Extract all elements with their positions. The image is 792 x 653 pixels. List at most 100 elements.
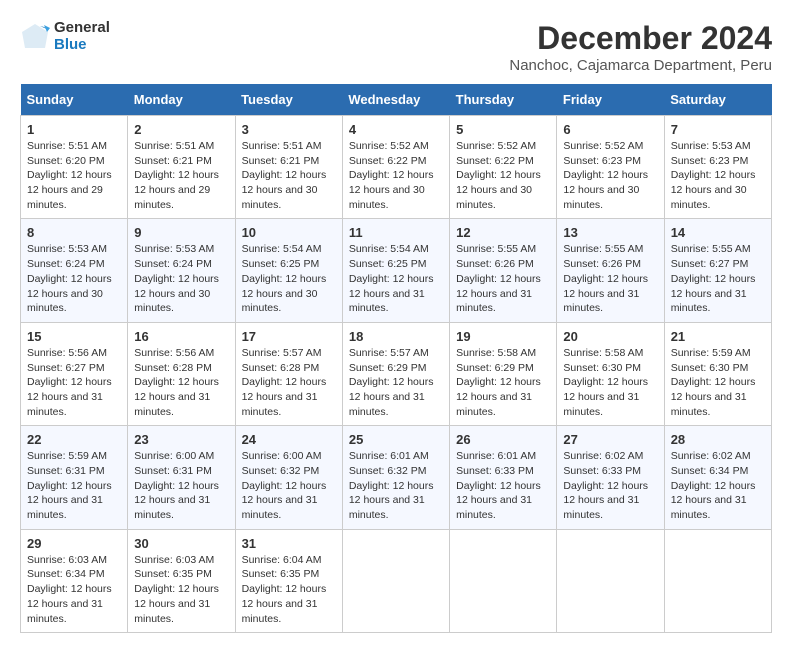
day-number: 16 (134, 329, 228, 344)
day-number: 15 (27, 329, 121, 344)
day-info: Sunrise: 6:03 AMSunset: 6:34 PMDaylight:… (27, 553, 121, 626)
day-number: 17 (242, 329, 336, 344)
day-number: 19 (456, 329, 550, 344)
day-number: 11 (349, 225, 443, 240)
day-info: Sunrise: 5:58 AMSunset: 6:29 PMDaylight:… (456, 346, 550, 419)
weekday-header-saturday: Saturday (664, 84, 771, 116)
day-info: Sunrise: 5:52 AMSunset: 6:23 PMDaylight:… (563, 139, 657, 212)
day-info: Sunrise: 6:01 AMSunset: 6:32 PMDaylight:… (349, 449, 443, 522)
logo-text: General Blue (54, 20, 110, 53)
day-number: 27 (563, 432, 657, 447)
calendar-cell: 11 Sunrise: 5:54 AMSunset: 6:25 PMDayligh… (342, 219, 449, 322)
day-number: 4 (349, 122, 443, 137)
day-number: 24 (242, 432, 336, 447)
day-info: Sunrise: 6:02 AMSunset: 6:33 PMDaylight:… (563, 449, 657, 522)
day-info: Sunrise: 5:53 AMSunset: 6:24 PMDaylight:… (134, 242, 228, 315)
calendar-week-row: 22 Sunrise: 5:59 AMSunset: 6:31 PMDayligh… (21, 426, 772, 529)
calendar-cell: 20 Sunrise: 5:58 AMSunset: 6:30 PMDayligh… (557, 322, 664, 425)
calendar-week-row: 8Sunrise: 5:53 AMSunset: 6:24 PMDaylight… (21, 219, 772, 322)
day-number: 10 (242, 225, 336, 240)
day-number: 31 (242, 536, 336, 551)
page-subtitle: Nanchoc, Cajamarca Department, Peru (509, 57, 772, 74)
day-number: 2 (134, 122, 228, 137)
day-info: Sunrise: 5:59 AMSunset: 6:31 PMDaylight:… (27, 449, 121, 522)
day-number: 20 (563, 329, 657, 344)
day-info: Sunrise: 5:57 AMSunset: 6:29 PMDaylight:… (349, 346, 443, 419)
day-number: 21 (671, 329, 765, 344)
day-info: Sunrise: 5:56 AMSunset: 6:27 PMDaylight:… (27, 346, 121, 419)
day-info: Sunrise: 5:54 AMSunset: 6:25 PMDaylight:… (349, 242, 443, 315)
day-info: Sunrise: 6:02 AMSunset: 6:34 PMDaylight:… (671, 449, 765, 522)
calendar-cell: 10 Sunrise: 5:54 AMSunset: 6:25 PMDayligh… (235, 219, 342, 322)
calendar-cell: 26Sunrise: 6:01 AMSunset: 6:33 PMDayligh… (450, 426, 557, 529)
day-number: 7 (671, 122, 765, 137)
logo-line1: General (54, 20, 110, 37)
calendar-cell: 5 Sunrise: 5:52 AMSunset: 6:22 PMDaylight… (450, 116, 557, 219)
day-number: 28 (671, 432, 765, 447)
calendar-cell (342, 529, 449, 632)
calendar-week-row: 15 Sunrise: 5:56 AMSunset: 6:27 PMDayligh… (21, 322, 772, 425)
page-title: December 2024 (509, 20, 772, 57)
calendar-cell: 8Sunrise: 5:53 AMSunset: 6:24 PMDaylight… (21, 219, 128, 322)
day-info: Sunrise: 5:56 AMSunset: 6:28 PMDaylight:… (134, 346, 228, 419)
logo-container: General Blue (20, 20, 110, 53)
calendar-cell: 29 Sunrise: 6:03 AMSunset: 6:34 PMDayligh… (21, 529, 128, 632)
calendar-week-row: 1 Sunrise: 5:51 AMSunset: 6:20 PMDaylight… (21, 116, 772, 219)
day-info: Sunrise: 5:53 AMSunset: 6:24 PMDaylight:… (27, 242, 121, 315)
day-info: Sunrise: 5:55 AMSunset: 6:26 PMDaylight:… (456, 242, 550, 315)
day-info: Sunrise: 5:55 AMSunset: 6:27 PMDaylight:… (671, 242, 765, 315)
day-number: 22 (27, 432, 121, 447)
day-info: Sunrise: 5:51 AMSunset: 6:21 PMDaylight:… (242, 139, 336, 212)
calendar-cell: 21 Sunrise: 5:59 AMSunset: 6:30 PMDayligh… (664, 322, 771, 425)
calendar-cell: 30 Sunrise: 6:03 AMSunset: 6:35 PMDayligh… (128, 529, 235, 632)
header: General Blue December 2024 Nanchoc, Caja… (20, 20, 772, 74)
weekday-header-wednesday: Wednesday (342, 84, 449, 116)
calendar-cell: 22 Sunrise: 5:59 AMSunset: 6:31 PMDayligh… (21, 426, 128, 529)
day-number: 1 (27, 122, 121, 137)
day-number: 3 (242, 122, 336, 137)
day-number: 13 (563, 225, 657, 240)
day-info: Sunrise: 5:53 AMSunset: 6:23 PMDaylight:… (671, 139, 765, 212)
day-number: 26 (456, 432, 550, 447)
calendar-cell: 16 Sunrise: 5:56 AMSunset: 6:28 PMDayligh… (128, 322, 235, 425)
day-number: 14 (671, 225, 765, 240)
day-info: Sunrise: 6:00 AMSunset: 6:31 PMDaylight:… (134, 449, 228, 522)
calendar-cell: 15 Sunrise: 5:56 AMSunset: 6:27 PMDayligh… (21, 322, 128, 425)
calendar-cell: 25Sunrise: 6:01 AMSunset: 6:32 PMDayligh… (342, 426, 449, 529)
day-info: Sunrise: 5:51 AMSunset: 6:21 PMDaylight:… (134, 139, 228, 212)
day-info: Sunrise: 6:04 AMSunset: 6:35 PMDaylight:… (242, 553, 336, 626)
logo-line2: Blue (54, 37, 110, 54)
calendar-cell (664, 529, 771, 632)
calendar-cell: 14 Sunrise: 5:55 AMSunset: 6:27 PMDayligh… (664, 219, 771, 322)
day-info: Sunrise: 5:55 AMSunset: 6:26 PMDaylight:… (563, 242, 657, 315)
title-area: December 2024 Nanchoc, Cajamarca Departm… (509, 20, 772, 74)
calendar-cell: 7 Sunrise: 5:53 AMSunset: 6:23 PMDaylight… (664, 116, 771, 219)
day-number: 30 (134, 536, 228, 551)
day-info: Sunrise: 6:00 AMSunset: 6:32 PMDaylight:… (242, 449, 336, 522)
day-number: 23 (134, 432, 228, 447)
day-info: Sunrise: 5:52 AMSunset: 6:22 PMDaylight:… (456, 139, 550, 212)
day-number: 12 (456, 225, 550, 240)
calendar-cell: 2 Sunrise: 5:51 AMSunset: 6:21 PMDaylight… (128, 116, 235, 219)
calendar-cell: 19 Sunrise: 5:58 AMSunset: 6:29 PMDayligh… (450, 322, 557, 425)
weekday-header-thursday: Thursday (450, 84, 557, 116)
day-info: Sunrise: 5:57 AMSunset: 6:28 PMDaylight:… (242, 346, 336, 419)
calendar-cell: 24 Sunrise: 6:00 AMSunset: 6:32 PMDayligh… (235, 426, 342, 529)
day-number: 9 (134, 225, 228, 240)
weekday-header-friday: Friday (557, 84, 664, 116)
day-number: 6 (563, 122, 657, 137)
calendar-cell: 1 Sunrise: 5:51 AMSunset: 6:20 PMDaylight… (21, 116, 128, 219)
calendar-cell: 6 Sunrise: 5:52 AMSunset: 6:23 PMDaylight… (557, 116, 664, 219)
day-info: Sunrise: 6:03 AMSunset: 6:35 PMDaylight:… (134, 553, 228, 626)
calendar-cell: 9 Sunrise: 5:53 AMSunset: 6:24 PMDaylight… (128, 219, 235, 322)
calendar-cell: 23 Sunrise: 6:00 AMSunset: 6:31 PMDayligh… (128, 426, 235, 529)
day-number: 29 (27, 536, 121, 551)
calendar-cell: 28 Sunrise: 6:02 AMSunset: 6:34 PMDayligh… (664, 426, 771, 529)
weekday-header-monday: Monday (128, 84, 235, 116)
day-info: Sunrise: 5:51 AMSunset: 6:20 PMDaylight:… (27, 139, 121, 212)
day-info: Sunrise: 5:58 AMSunset: 6:30 PMDaylight:… (563, 346, 657, 419)
day-info: Sunrise: 5:59 AMSunset: 6:30 PMDaylight:… (671, 346, 765, 419)
day-info: Sunrise: 5:54 AMSunset: 6:25 PMDaylight:… (242, 242, 336, 315)
day-number: 5 (456, 122, 550, 137)
calendar-cell: 13 Sunrise: 5:55 AMSunset: 6:26 PMDayligh… (557, 219, 664, 322)
